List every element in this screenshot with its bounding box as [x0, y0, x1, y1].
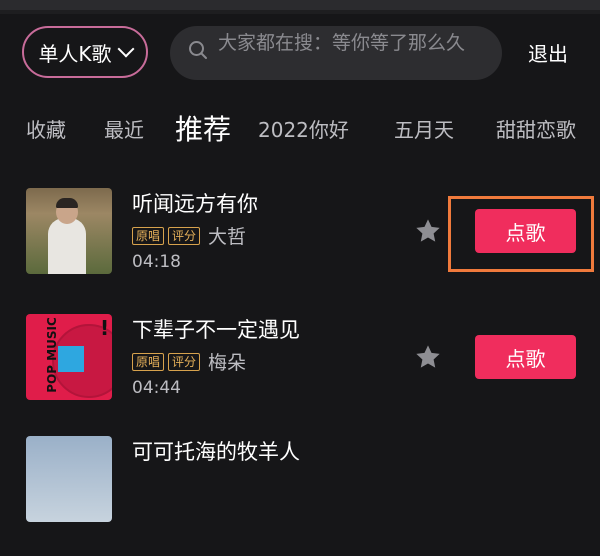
original-badge: 原唱 [132, 352, 165, 371]
search-input[interactable]: 大家都在搜：等你等了那么久 [170, 26, 502, 80]
song-meta: 原唱 评分 梅朵 [132, 348, 246, 375]
mode-selector-button[interactable]: 单人K歌 [22, 26, 148, 78]
tab-recent[interactable]: 最近 [104, 114, 144, 143]
tab-sweet-love-songs[interactable]: 甜甜恋歌 [496, 114, 576, 143]
chevron-down-icon [117, 40, 135, 58]
song-title: 可可托海的牧羊人 [132, 440, 300, 464]
search-icon [189, 41, 207, 59]
song-duration: 04:44 [132, 378, 181, 398]
song-row[interactable]: POP MUSIC ! 下辈子不一定遇见 原唱 评分 梅朵 04:44 点歌 [0, 314, 600, 434]
tab-mayday[interactable]: 五月天 [394, 114, 454, 143]
song-title: 下辈子不一定遇见 [132, 318, 300, 342]
highlight-box [448, 196, 594, 272]
artist-name: 梅朵 [208, 352, 247, 374]
artist-name: 大哲 [208, 226, 247, 248]
album-cover-text: POP MUSIC [44, 317, 59, 393]
category-tabs: 收藏 最近 推荐 2022你好 五月天 甜甜恋歌 [0, 108, 600, 148]
search-placeholder: 大家都在搜：等你等了那么久 [218, 32, 466, 54]
score-badge: 评分 [168, 352, 201, 371]
tab-recommended[interactable]: 推荐 [175, 108, 231, 148]
status-strip [0, 0, 600, 14]
song-duration: 04:18 [132, 252, 181, 272]
song-row[interactable]: 可可托海的牧羊人 [0, 436, 600, 556]
request-song-button[interactable]: 点歌 [475, 335, 576, 379]
tab-favorites[interactable]: 收藏 [26, 114, 66, 143]
album-cover [26, 188, 112, 274]
favorite-star-icon[interactable] [414, 343, 442, 371]
exit-button[interactable]: 退出 [528, 38, 568, 67]
album-cover [26, 436, 112, 522]
original-badge: 原唱 [132, 226, 165, 245]
album-cover: POP MUSIC ! [26, 314, 112, 400]
song-title: 听闻远方有你 [132, 192, 258, 216]
tab-2022-hello[interactable]: 2022你好 [258, 114, 349, 143]
score-badge: 评分 [168, 226, 201, 245]
mode-label: 单人K歌 [38, 41, 112, 66]
song-meta: 原唱 评分 大哲 [132, 222, 246, 249]
favorite-star-icon[interactable] [414, 217, 442, 245]
